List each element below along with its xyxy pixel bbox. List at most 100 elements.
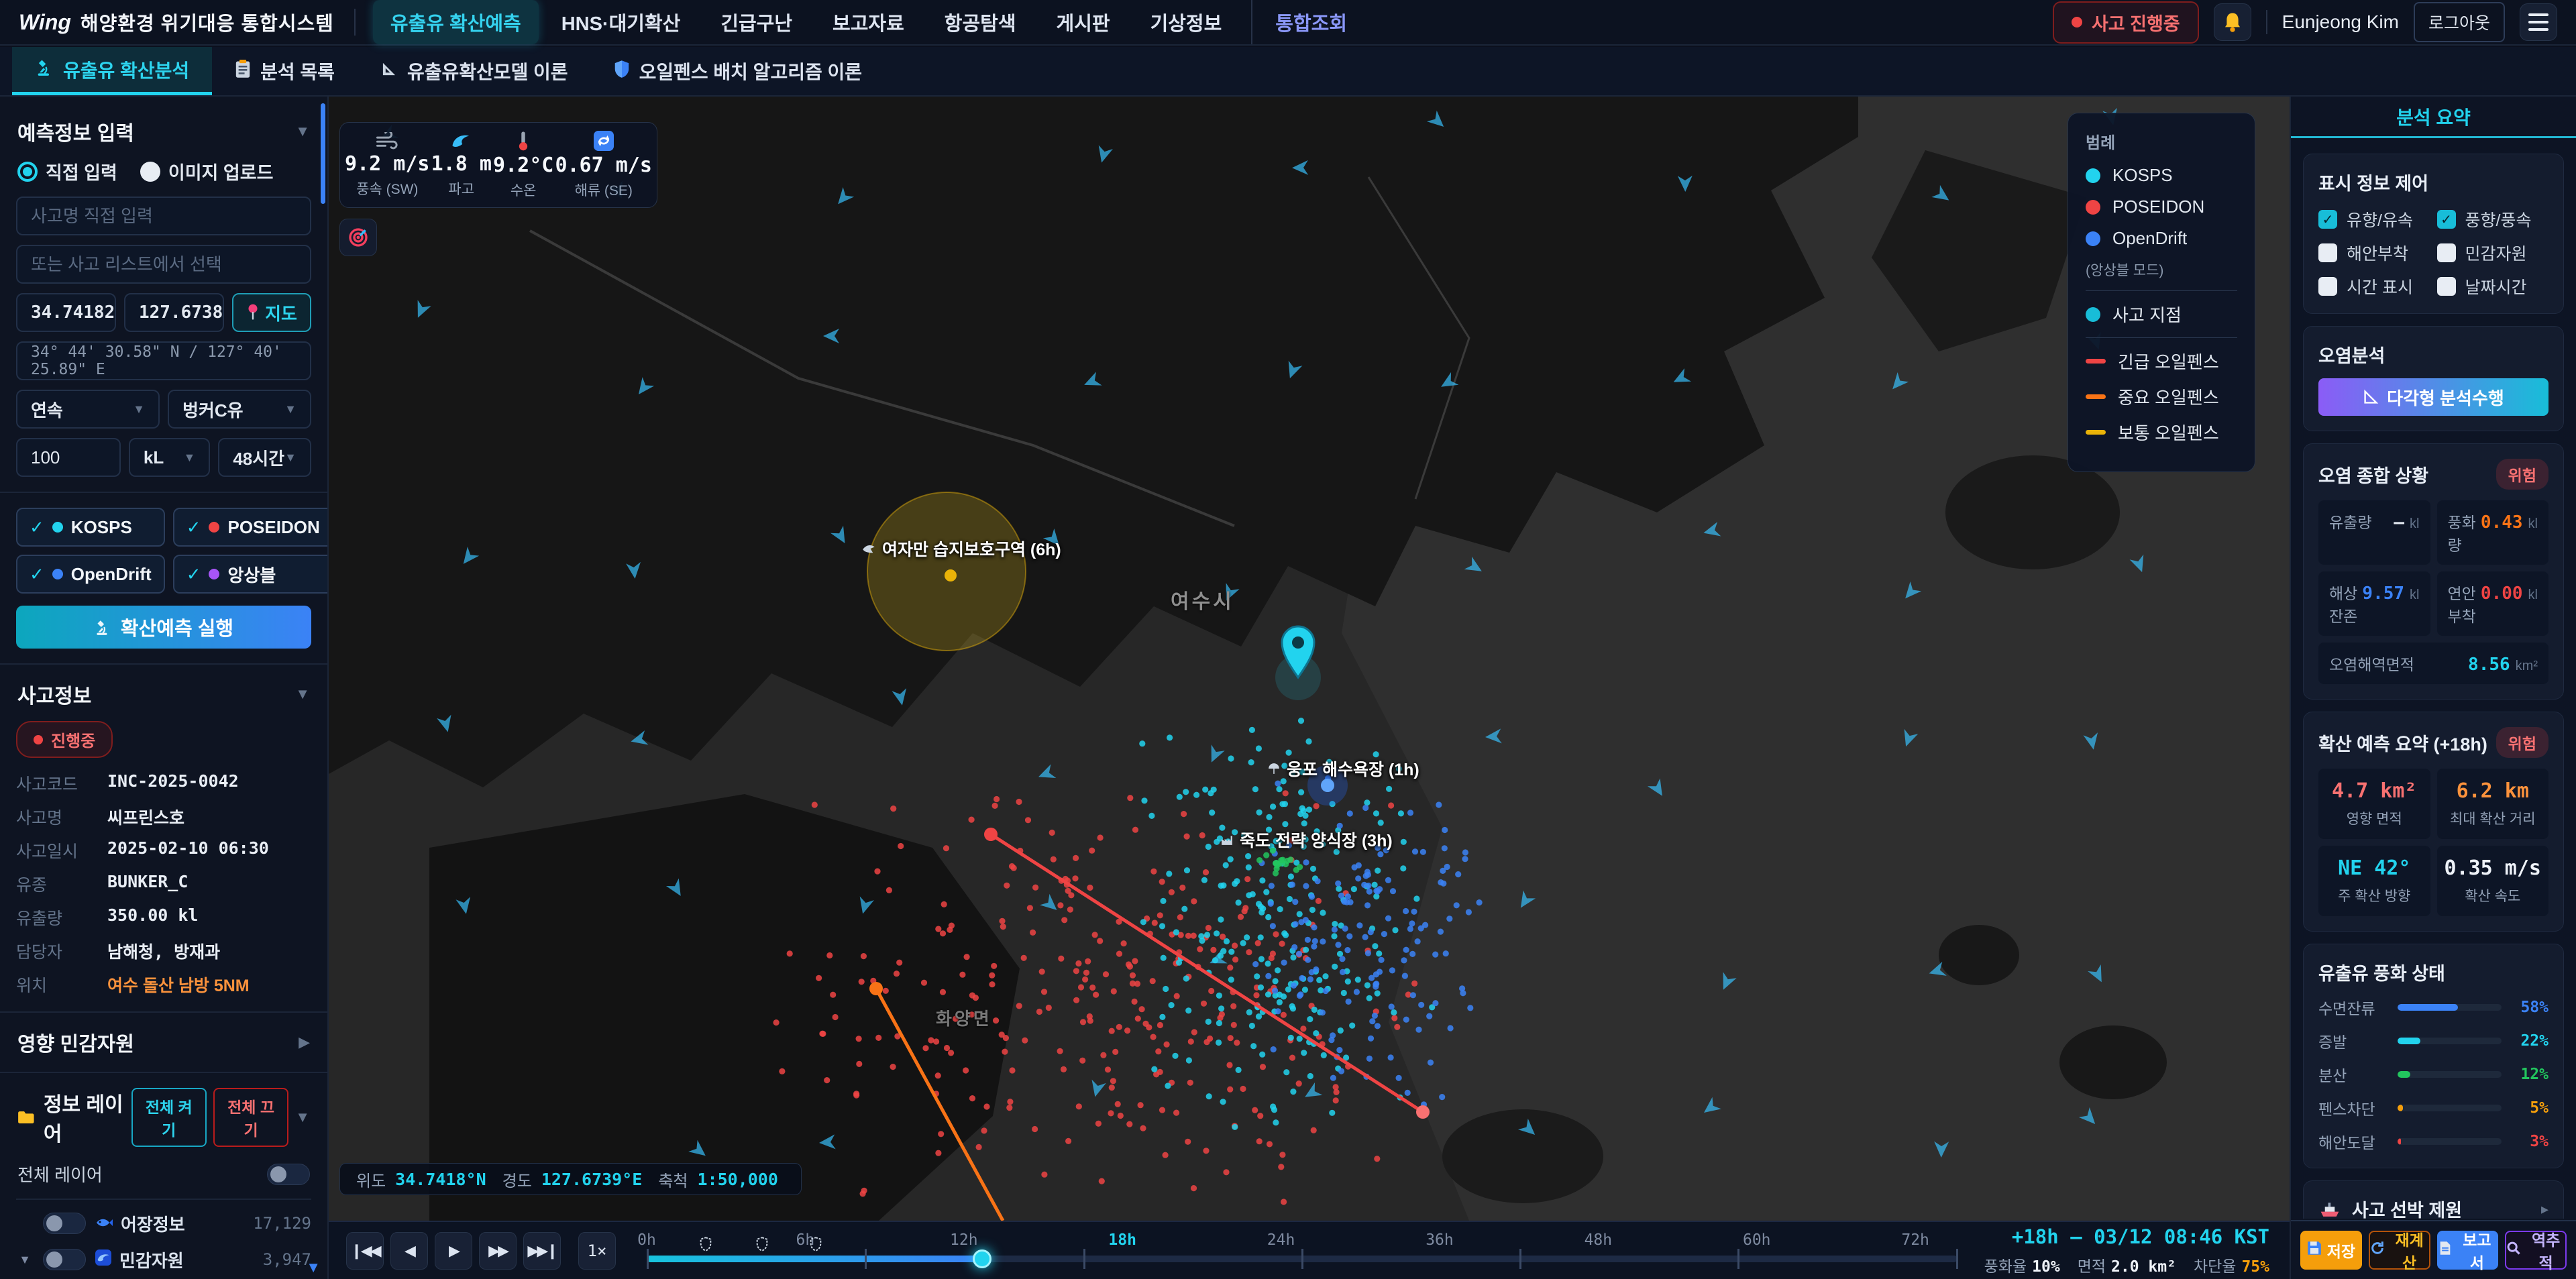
wetland-label[interactable]: 여자만 습지보호구역 (6h): [862, 537, 1061, 561]
timeline-stats: 풍화율10%면적2.0 km²차단율75%: [1984, 1254, 2269, 1276]
layer-toggle-어장정보[interactable]: [43, 1213, 86, 1234]
역추적-button[interactable]: 역추적: [2505, 1231, 2567, 1270]
nav-item-유출유 확산예측[interactable]: 유출유 확산예측: [373, 0, 539, 44]
timeline-bar: ❙◀◀ ◀ ▶ ▶▶ ▶▶❙ 1× 0h6h12h18h24h36h48h60h…: [329, 1221, 2290, 1279]
display-check-해안부착[interactable]: 해안부착: [2318, 241, 2430, 265]
model-dot-icon: [2086, 231, 2100, 246]
display-control-card: 표시 정보 제어 ✓유향/유속✓풍향/풍속해안부착민감자원시간 표시날짜시간: [2303, 154, 2564, 314]
incident-list-input[interactable]: [16, 245, 311, 284]
chevron-down-icon[interactable]: ▼: [295, 123, 310, 140]
model-checkbox-POSEIDON[interactable]: ✓POSEIDON: [173, 508, 329, 547]
layer-item-민감자원: ▼민감자원3,947: [16, 1241, 311, 1278]
model-checkbox-앙상블[interactable]: ✓앙상블: [173, 555, 329, 594]
nav-item-게시판[interactable]: 게시판: [1039, 0, 1128, 44]
timeline-handle[interactable]: [973, 1249, 991, 1268]
city-label: 여수시: [1171, 585, 1234, 614]
incident-active-badge[interactable]: 사고 진행중: [2053, 1, 2199, 44]
legend-fence-보통 오일펜스: 보통 오일펜스: [2086, 420, 2237, 445]
model-checkbox-OpenDrift[interactable]: ✓OpenDrift: [16, 555, 165, 594]
incident-name-input[interactable]: [16, 197, 311, 235]
longitude-readout: 127.6739°E: [541, 1170, 643, 1189]
chevron-down-icon[interactable]: ▼: [295, 685, 310, 703]
재계산-button[interactable]: 재계산: [2369, 1231, 2430, 1270]
checkbox-icon[interactable]: ✓: [2318, 210, 2337, 229]
menu-button[interactable]: [2520, 3, 2557, 41]
radio-direct-input[interactable]: 직접 입력: [17, 158, 117, 184]
vessel-spec-section[interactable]: 사고 선박 제원 ▸: [2303, 1180, 2564, 1219]
layers-all-off-button[interactable]: 전체 끄기: [213, 1088, 288, 1147]
nav-item-보고자료[interactable]: 보고자료: [815, 0, 922, 44]
저장-button[interactable]: 저장: [2300, 1231, 2362, 1270]
incident-info-table: 사고코드INC-2025-0042사고명씨프린스호사고일시2025-02-10 …: [16, 771, 311, 997]
beach-label[interactable]: 웅포 해수욕장 (1h): [1268, 757, 1419, 781]
play-button[interactable]: ▶: [435, 1232, 472, 1270]
incident-row-유종: 유종BUNKER_C: [16, 872, 311, 896]
facility-label[interactable]: 죽도 전략 양식장 (3h): [1221, 828, 1393, 852]
timeline-track[interactable]: [647, 1256, 1957, 1262]
display-check-풍향/풍속[interactable]: ✓풍향/풍속: [2437, 207, 2549, 231]
amount-input[interactable]: 100: [16, 438, 121, 477]
longitude-input[interactable]: 127.673856994: [124, 293, 224, 332]
tab-유출유 확산분석[interactable]: 유출유 확산분석: [12, 47, 212, 95]
incident-badge-label: 사고 진행중: [2092, 9, 2180, 36]
skip-start-button[interactable]: ❙◀◀: [346, 1232, 384, 1270]
oil-type-select[interactable]: 벙커C유 ▼: [168, 390, 311, 429]
fence-line-icon: [2086, 359, 2106, 364]
section-incident-info[interactable]: 사고정보 ▼: [17, 679, 310, 709]
display-checkbox-grid: ✓유향/유속 ✓풍향/풍속해안부착 민감자원시간 표시 날짜시간: [2318, 207, 2548, 298]
tab-분석 목록[interactable]: 분석 목록: [212, 47, 358, 95]
microscope-icon: [35, 58, 54, 81]
duration-select[interactable]: 48시간 ▼: [218, 438, 311, 477]
nav-item-통합조회[interactable]: 통합조회: [1251, 0, 1364, 44]
nav-item-긴급구난[interactable]: 긴급구난: [703, 0, 810, 44]
playback-speed-button[interactable]: 1×: [578, 1232, 616, 1270]
master-layer-toggle[interactable]: [267, 1164, 310, 1185]
skip-end-button[interactable]: ▶▶❙: [523, 1232, 561, 1270]
pollution-cell-연안부착: 연안부착0.00kl: [2437, 571, 2549, 636]
checkbox-icon[interactable]: [2437, 243, 2456, 262]
chevron-down-icon[interactable]: ▼: [16, 1253, 34, 1267]
pick-on-map-button[interactable]: 지도: [232, 293, 311, 332]
recenter-target-button[interactable]: [339, 219, 377, 256]
pollution-cell-오염해역면적: 오염해역면적8.56km²: [2318, 643, 2548, 684]
legend-model-list: KOSPSPOSEIDONOpenDrift: [2086, 165, 2237, 249]
chevron-right-icon[interactable]: ▶: [299, 1034, 310, 1051]
spill-type-select[interactable]: 연속 ▼: [16, 390, 160, 429]
nav-item-기상정보[interactable]: 기상정보: [1133, 0, 1240, 44]
checkbox-icon[interactable]: [2318, 277, 2337, 296]
polygon-analysis-button[interactable]: 다각형 분석수행: [2318, 378, 2548, 416]
tab-유출유확산모델 이론[interactable]: 유출유확산모델 이론: [358, 47, 591, 95]
map-coordinates-bar: 위도 34.7418°N 경도 127.6739°E 축척 1:50,000: [339, 1163, 802, 1195]
unit-select[interactable]: kL ▼: [129, 438, 210, 477]
sidebar-scrollbar[interactable]: [321, 103, 325, 204]
nav-item-HNS·대기확산[interactable]: HNS·대기확산: [544, 0, 698, 44]
checkbox-icon[interactable]: [2318, 243, 2337, 262]
model-checkbox-KOSPS[interactable]: ✓KOSPS: [16, 508, 165, 547]
logout-button[interactable]: 로그아웃: [2414, 2, 2505, 42]
notifications-button[interactable]: [2214, 3, 2251, 41]
display-check-날짜시간[interactable]: 날짜시간: [2437, 274, 2549, 298]
display-check-민감자원[interactable]: 민감자원: [2437, 241, 2549, 265]
layer-toggle-민감자원[interactable]: [43, 1249, 86, 1270]
run-prediction-button[interactable]: 확산예측 실행: [16, 606, 311, 649]
radio-image-upload[interactable]: 이미지 업로드: [140, 158, 274, 184]
step-back-button[interactable]: ◀: [390, 1232, 428, 1270]
보고서-button[interactable]: 보고서: [2437, 1231, 2499, 1270]
fast-forward-button[interactable]: ▶▶: [479, 1232, 517, 1270]
incident-point-marker[interactable]: [1275, 626, 1321, 700]
wind-icon: [376, 132, 398, 150]
section-impact-resources[interactable]: 영향 민감자원 ▶: [17, 1027, 310, 1057]
tab-오일펜스 배치 알고리즘 이론[interactable]: 오일펜스 배치 알고리즘 이론: [591, 47, 885, 95]
latitude-input[interactable]: 34.7418271295: [16, 293, 116, 332]
checkbox-icon[interactable]: ✓: [2437, 210, 2456, 229]
map-canvas[interactable]: 9.2 m/s 풍속 (SW) 1.8 m 파고 9.2°C 수온 0.67 m…: [329, 97, 2290, 1221]
display-check-유향/유속[interactable]: ✓유향/유속: [2318, 207, 2430, 231]
section-info-layers[interactable]: 정보 레이어 전체 켜기 전체 끄기 ▼: [17, 1088, 310, 1147]
layers-all-on-button[interactable]: 전체 켜기: [131, 1088, 207, 1147]
nav-item-항공탐색[interactable]: 항공탐색: [927, 0, 1034, 44]
incident-status-badge: 진행중: [16, 721, 113, 758]
chevron-down-icon[interactable]: ▼: [295, 1109, 310, 1126]
display-check-시간 표시[interactable]: 시간 표시: [2318, 274, 2430, 298]
section-prediction-input[interactable]: 예측정보 입력 ▼: [17, 117, 310, 146]
checkbox-icon[interactable]: [2437, 277, 2456, 296]
